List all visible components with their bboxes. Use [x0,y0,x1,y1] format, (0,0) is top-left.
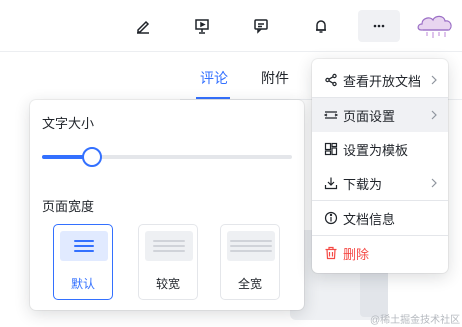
font-size-slider[interactable] [42,155,292,159]
chevron-right-icon [431,178,437,188]
avatar[interactable] [414,8,456,44]
more-menu: 查看开放文档 页面设置 设置为模板 下载为 文档信息 删除 [312,59,448,273]
width-option-full[interactable]: 全宽 [220,224,280,300]
bell-icon[interactable] [306,11,336,41]
comment-icon[interactable] [246,11,276,41]
width-wide-icon [145,231,193,261]
share-icon [324,73,338,87]
info-icon [324,211,338,225]
menu-item-set-as-template[interactable]: 设置为模板 [312,132,448,166]
chevron-right-icon [431,75,437,85]
width-option-label: 全宽 [237,277,262,291]
menu-item-view-open-doc[interactable]: 查看开放文档 [312,63,448,97]
edit-icon[interactable] [128,11,158,41]
menu-item-label: 查看开放文档 [343,73,422,89]
width-default-icon [60,231,108,261]
font-size-title: 文字大小 [42,116,95,131]
width-option-default[interactable]: 默认 [53,224,113,300]
menu-item-download-as[interactable]: 下载为 [312,166,448,200]
width-option-wide[interactable]: 较宽 [138,224,198,300]
menu-item-label: 页面设置 [343,108,396,124]
page-settings-panel: 文字大小 页面宽度 默认 较宽 全宽 [30,100,304,310]
menu-item-delete[interactable]: 删除 [312,236,448,270]
active-tab-indicator [196,97,230,99]
template-icon [324,142,338,156]
width-option-label: 默认 [70,277,95,291]
menu-item-doc-info[interactable]: 文档信息 [312,201,448,235]
chevron-right-icon [431,110,437,120]
menu-item-label: 下载为 [343,176,383,192]
menu-item-label: 设置为模板 [343,142,409,158]
download-icon [324,176,338,190]
trash-icon [324,246,338,260]
present-icon[interactable] [187,11,217,41]
menu-item-label: 文档信息 [343,211,396,227]
page-settings-icon [324,108,338,122]
menu-item-label: 删除 [343,246,370,262]
width-full-icon [227,231,275,261]
tab-attachments[interactable]: 附件 [261,68,289,88]
top-toolbar [0,0,462,52]
font-size-slider-handle[interactable] [82,147,102,167]
menu-item-page-settings[interactable]: 页面设置 [312,98,448,132]
page-width-title: 页面宽度 [42,199,95,214]
width-option-label: 较宽 [155,277,180,291]
tab-comments[interactable]: 评论 [200,68,228,88]
watermark: @稀土掘金技术社区 [370,315,461,326]
more-icon[interactable] [358,10,400,42]
